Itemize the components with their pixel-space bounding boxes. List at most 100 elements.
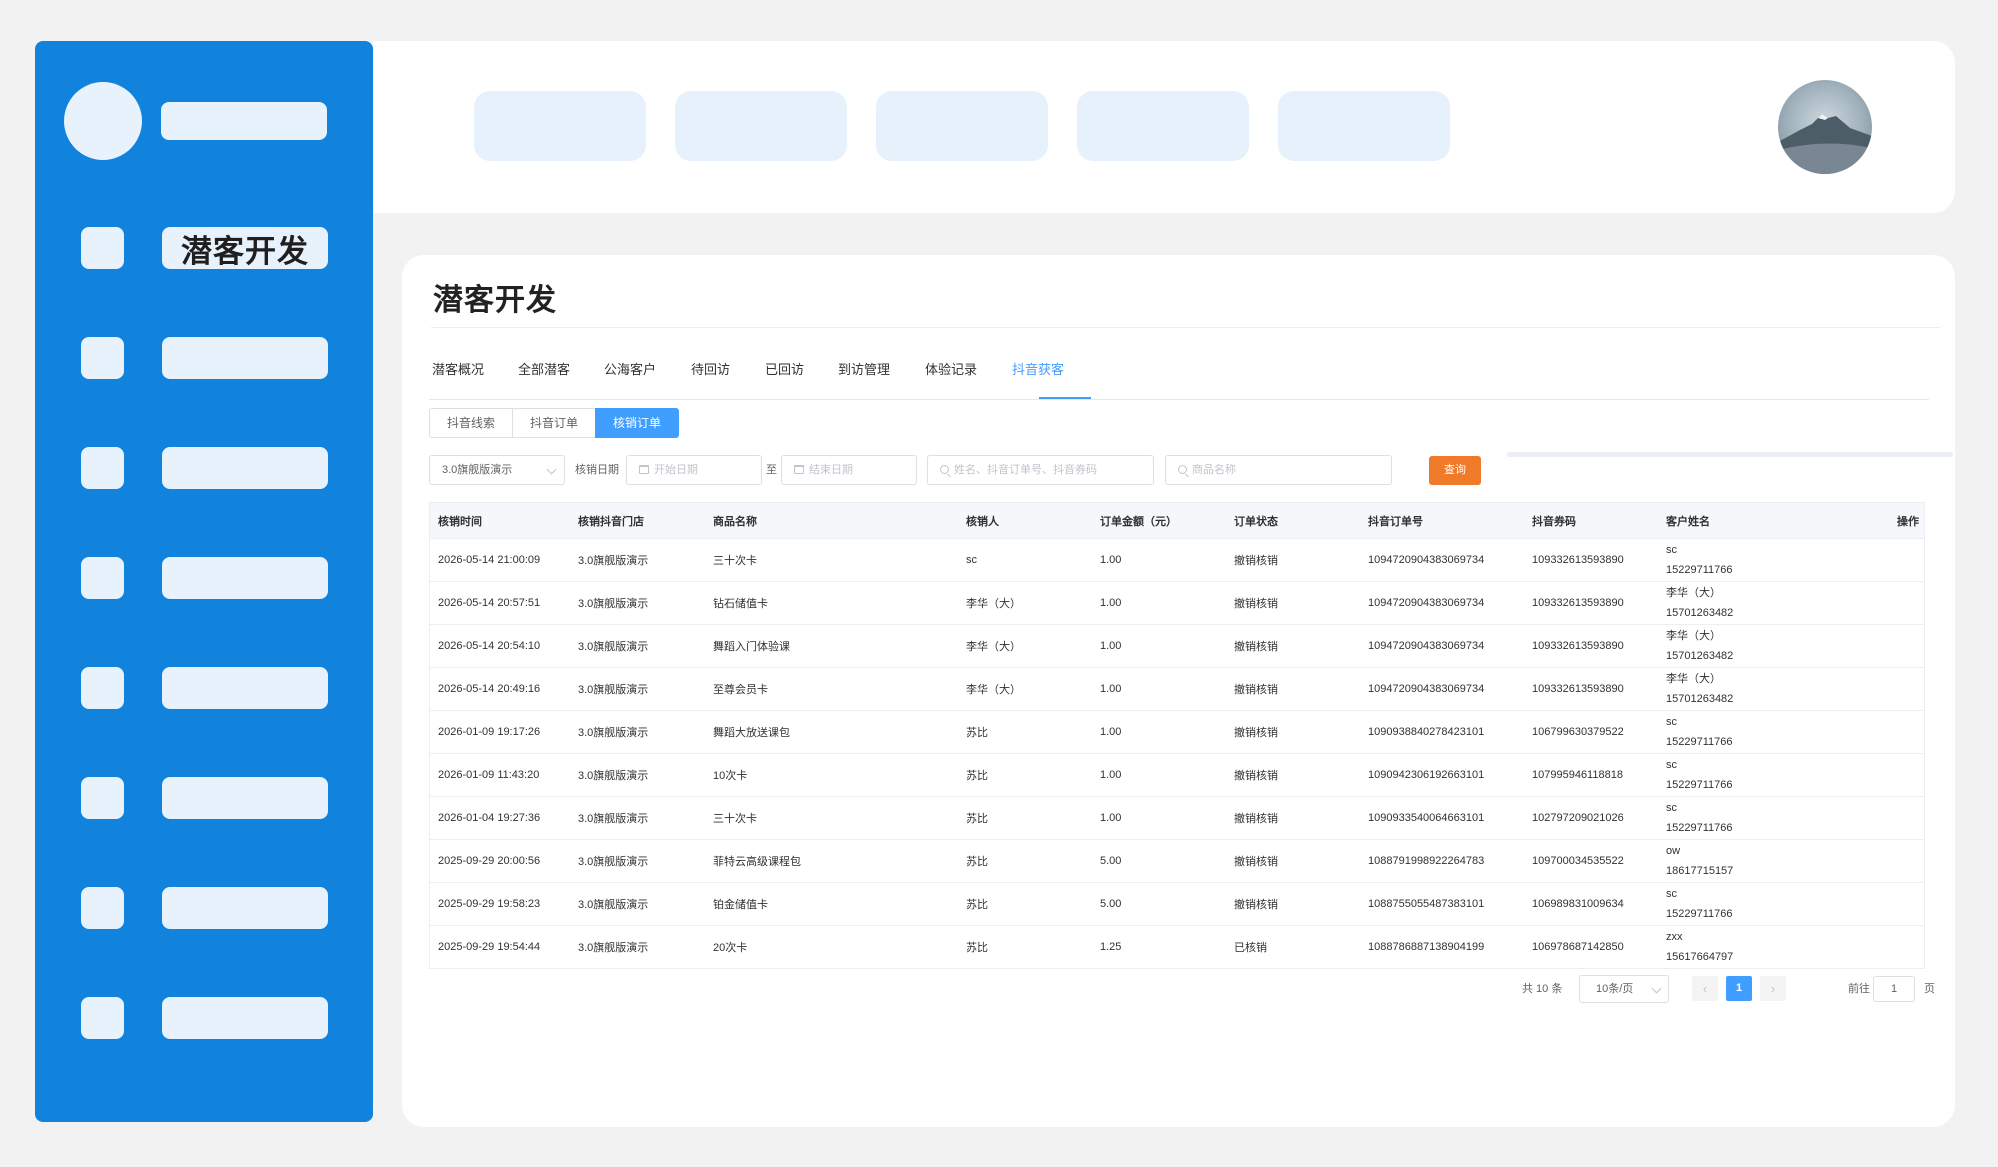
sidebar-item-label [162, 887, 328, 929]
cell-order-no: 1094720904383069734 [1368, 554, 1485, 566]
header-cell: 订单状态 [1234, 515, 1278, 528]
header-cell: 核销时间 [438, 515, 482, 528]
table-row: 2026-01-09 11:43:20 3.0旗舰版演示 10次卡 苏比 1.00 撤销核… [430, 754, 1924, 797]
tab-douyin-leads[interactable]: 抖音获客 [1012, 355, 1064, 400]
cell-status: 撤销核销 [1234, 598, 1278, 610]
keyword-placeholder: 姓名、抖音订单号、抖音券码 [954, 464, 1097, 476]
table-row: 2026-05-14 20:57:51 3.0旗舰版演示 钻石储值卡 李华（大） 1.0… [430, 582, 1924, 625]
calendar-icon [794, 465, 804, 474]
tab-all-prospects[interactable]: 全部潜客 [518, 355, 570, 400]
cell-store: 3.0旗舰版演示 [578, 641, 649, 653]
cell-customer: sc 15229711766 [1666, 797, 1732, 839]
table-row: 2025-09-29 19:58:23 3.0旗舰版演示 铂金储值卡 苏比 5.00 撤销… [430, 883, 1924, 926]
header-cell: 客户姓名 [1666, 515, 1710, 528]
sidebar-item[interactable] [81, 337, 328, 381]
goto-page-input[interactable]: 1 [1873, 976, 1915, 1002]
customer-phone: 18617715157 [1666, 865, 1734, 877]
cell-operator: 苏比 [966, 899, 988, 911]
tab-overview[interactable]: 潜客概况 [432, 355, 484, 400]
cell-product: 三十次卡 [713, 555, 757, 567]
cell-coupon: 106978687142850 [1532, 941, 1624, 953]
tab-visit-management[interactable]: 到访管理 [838, 355, 890, 400]
top-nav-item[interactable] [1278, 91, 1450, 161]
page-size-select[interactable]: 10条/页 [1579, 975, 1669, 1003]
cell-amount: 1.00 [1100, 683, 1122, 695]
subtab-douyin-orders[interactable]: 抖音订单 [512, 408, 597, 438]
sidebar-item-qianke[interactable]: 潜客开发 [81, 227, 328, 271]
sidebar-item-label [162, 447, 328, 489]
table-row: 2025-09-29 20:00:56 3.0旗舰版演示 菲特云高级课程包 苏比 5.0… [430, 840, 1924, 883]
customer-name: sc [1666, 716, 1677, 728]
top-nav-item[interactable] [474, 91, 646, 161]
sidebar-item[interactable] [81, 557, 328, 601]
cell-amount: 1.00 [1100, 769, 1122, 781]
search-icon [940, 465, 949, 474]
cell-product: 舞蹈入门体验课 [713, 641, 790, 653]
cell-product: 三十次卡 [713, 813, 757, 825]
page-button-current[interactable]: 1 [1726, 976, 1752, 1001]
tab-trial-records[interactable]: 体验记录 [925, 355, 977, 400]
cell-verify-time: 2026-01-09 11:43:20 [438, 769, 540, 781]
end-date-input[interactable]: 结束日期 [781, 455, 917, 485]
cell-status: 已核销 [1234, 942, 1267, 954]
cell-status: 撤销核销 [1234, 641, 1278, 653]
header-cell: 核销抖音门店 [578, 515, 644, 528]
pagination: 共 10 条 10条/页 ‹ 1 › 前往 1 页 [1522, 975, 1942, 1003]
customer-phone: 15229711766 [1666, 779, 1733, 791]
next-page-button[interactable]: › [1760, 976, 1786, 1001]
tab-pending-followup[interactable]: 待回访 [691, 355, 730, 400]
cell-customer: sc 15229711766 [1666, 754, 1732, 796]
cell-product: 至尊会员卡 [713, 684, 768, 696]
subtab-douyin-clues[interactable]: 抖音线索 [429, 408, 514, 438]
cell-product: 钻石储值卡 [713, 598, 768, 610]
customer-name: 李华（大） [1666, 587, 1721, 599]
query-button[interactable]: 查询 [1429, 456, 1481, 485]
cell-verify-time: 2026-05-14 20:54:10 [438, 640, 541, 652]
keyword-search-input[interactable]: 姓名、抖音订单号、抖音券码 [927, 455, 1154, 485]
cell-order-no: 1088755055487383101 [1368, 898, 1485, 910]
header-cell: 抖音订单号 [1368, 515, 1423, 528]
cell-status: 撤销核销 [1234, 856, 1278, 868]
customer-phone: 15229711766 [1666, 908, 1733, 920]
sidebar-item[interactable] [81, 887, 328, 931]
top-nav-item[interactable] [876, 91, 1048, 161]
cell-verify-time: 2025-09-29 19:54:44 [438, 941, 541, 953]
table-row: 2026-01-09 19:17:26 3.0旗舰版演示 舞蹈大放送课包 苏比 1.00… [430, 711, 1924, 754]
customer-name: ow [1666, 845, 1681, 857]
sidebar-item[interactable] [81, 447, 328, 491]
sidebar-item-icon [81, 227, 124, 269]
user-avatar[interactable] [1778, 80, 1872, 174]
product-placeholder: 商品名称 [1192, 464, 1236, 476]
sidebar-item[interactable] [81, 667, 328, 711]
tab-followed-up[interactable]: 已回访 [765, 355, 804, 400]
cell-customer: 李华（大） 15701263482 [1666, 625, 1733, 667]
start-date-input[interactable]: 开始日期 [626, 455, 762, 485]
header-cell: 订单金额（元） [1100, 515, 1177, 528]
store-select-value: 3.0旗舰版演示 [442, 464, 513, 476]
top-nav-item[interactable] [675, 91, 847, 161]
cell-store: 3.0旗舰版演示 [578, 684, 649, 696]
cell-customer: 李华（大） 15701263482 [1666, 668, 1733, 710]
customer-name: sc [1666, 802, 1677, 814]
sidebar-item-label [162, 777, 328, 819]
prev-page-button[interactable]: ‹ [1692, 976, 1718, 1001]
cell-store: 3.0旗舰版演示 [578, 727, 649, 739]
cell-coupon: 107995946118818 [1532, 769, 1623, 781]
sidebar-item-icon [81, 997, 124, 1039]
sidebar-avatar[interactable] [64, 82, 142, 160]
cell-verify-time: 2025-09-29 19:58:23 [438, 898, 541, 910]
tab-public-pool[interactable]: 公海客户 [604, 355, 656, 400]
table-row: 2026-05-14 20:54:10 3.0旗舰版演示 舞蹈入门体验课 李华（大） 1… [430, 625, 1924, 668]
top-nav-item[interactable] [1077, 91, 1249, 161]
subtab-verified-orders[interactable]: 核销订单 [595, 408, 680, 438]
cell-status: 撤销核销 [1234, 684, 1278, 696]
cell-status: 撤销核销 [1234, 899, 1278, 911]
cell-operator: 苏比 [966, 856, 988, 868]
product-search-input[interactable]: 商品名称 [1165, 455, 1392, 485]
cell-product: 10次卡 [713, 770, 748, 782]
sidebar-item-label [162, 337, 328, 379]
sidebar-item[interactable] [81, 997, 328, 1041]
sidebar-item-icon [81, 447, 124, 489]
sidebar-item[interactable] [81, 777, 328, 821]
store-select[interactable]: 3.0旗舰版演示 [429, 455, 565, 485]
